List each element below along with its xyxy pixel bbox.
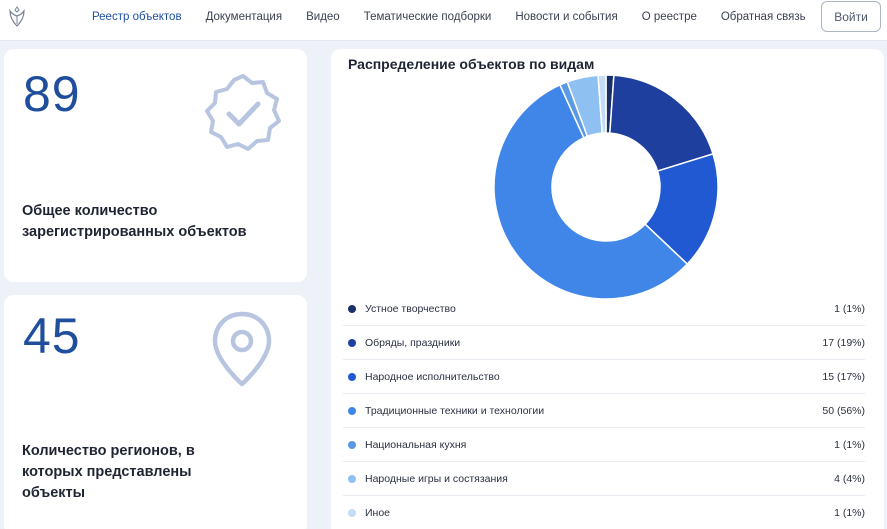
- donut-chart: [493, 74, 719, 300]
- nav-item[interactable]: Обратная связь: [721, 11, 806, 23]
- stat-label: Общее количество зарегистрированных объе…: [22, 203, 247, 240]
- nav-item[interactable]: Видео: [306, 11, 340, 23]
- stat-label: Количество регионов, в которых представл…: [22, 443, 195, 501]
- legend-label: Народное исполнительство: [365, 370, 500, 383]
- legend-dot: [348, 338, 356, 347]
- legend-row[interactable]: Национальная кухня 1 (1%): [343, 428, 865, 462]
- stat-value: 89: [23, 66, 81, 122]
- legend-value: 4 (4%): [834, 472, 865, 485]
- badge-check-icon: [205, 74, 281, 151]
- nav-item[interactable]: Реестр объектов: [92, 11, 182, 23]
- nav-item[interactable]: Тематические подборки: [364, 11, 492, 23]
- top-header: Реестр объектов Документация Видео Тематиче…: [0, 0, 887, 41]
- distribution-chart-card: Распределение объектов по видам Устное т…: [331, 49, 884, 529]
- donut-slice[interactable]: [609, 74, 714, 172]
- stat-value: 45: [23, 308, 81, 364]
- legend-row[interactable]: Народное исполнительство 15 (17%): [343, 360, 865, 394]
- emblem-icon[interactable]: [6, 5, 28, 29]
- legend-label: Обряды, праздники: [365, 336, 461, 349]
- chart-title: Распределение объектов по видам: [348, 56, 595, 72]
- legend-row[interactable]: Традиционные техники и технологии 50 (56%…: [343, 394, 865, 428]
- legend-dot: [348, 440, 356, 449]
- legend-value: 1 (1%): [834, 438, 865, 451]
- legend-dot: [348, 372, 356, 381]
- legend-dot: [348, 406, 356, 415]
- legend-label: Традиционные техники и технологии: [365, 404, 545, 417]
- legend-dot: [348, 509, 356, 517]
- legend-dot: [348, 304, 356, 313]
- legend-value: 15 (17%): [822, 370, 865, 383]
- main-nav: Реестр объектов Документация Видео Тематиче…: [92, 0, 830, 34]
- legend-value: 1 (1%): [834, 302, 865, 315]
- stat-card-objects: 89 Общее количество зарегистрированных о…: [4, 49, 307, 282]
- legend-label: Устное творчество: [365, 302, 456, 315]
- legend-row[interactable]: Обряды, праздники 17 (19%): [343, 326, 865, 360]
- legend-value: 1 (1%): [834, 507, 865, 519]
- nav-item[interactable]: Документация: [206, 11, 283, 23]
- legend-row[interactable]: Иное 1 (1%): [343, 496, 865, 529]
- legend-label: Иное: [365, 507, 391, 519]
- legend-row[interactable]: Устное творчество 1 (1%): [343, 292, 865, 326]
- legend-label: Национальная кухня: [365, 438, 467, 451]
- legend-value: 17 (19%): [822, 336, 865, 349]
- map-pin-icon: [212, 311, 272, 387]
- nav-item[interactable]: Новости и события: [515, 11, 617, 23]
- legend-value: 50 (56%): [822, 404, 865, 417]
- chart-legend: Устное творчество 1 (1%) Обряды, праздники…: [343, 292, 865, 529]
- legend-label: Народные игры и состязания: [365, 472, 508, 485]
- login-button[interactable]: Войти: [821, 1, 881, 32]
- legend-row[interactable]: Народные игры и состязания 4 (4%): [343, 462, 865, 496]
- legend-dot: [348, 474, 356, 483]
- nav-item[interactable]: О реестре: [642, 11, 697, 23]
- stat-card-regions: 45 Количество регионов, в которых предст…: [4, 295, 307, 529]
